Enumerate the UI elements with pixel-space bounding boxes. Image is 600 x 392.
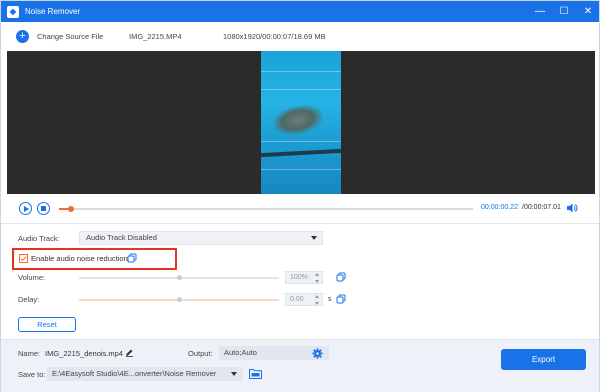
play-button[interactable]: [19, 202, 32, 215]
volume-slider[interactable]: [79, 275, 279, 280]
output-label: Output:: [188, 349, 213, 358]
noise-reduction-label: Enable audio noise reduction: [31, 254, 128, 263]
source-file-meta: 1080x1920/00:00:07/18.69 MB: [223, 31, 326, 41]
video-preview: [7, 51, 595, 194]
check-icon: [20, 254, 27, 261]
app-logo-icon: ◆: [7, 5, 19, 18]
save-to-dropdown[interactable]: E:\4Easysoft Studio\4E...onverter\Noise …: [47, 367, 243, 381]
gear-icon[interactable]: [312, 348, 323, 359]
volume-copy-icon[interactable]: [336, 272, 346, 282]
chevron-down-icon: [311, 236, 317, 240]
volume-icon[interactable]: [566, 202, 578, 214]
total-time: /00:00:07.01: [522, 204, 561, 211]
video-frame: [261, 51, 341, 194]
save-to-label: Save to:: [18, 370, 46, 379]
audio-track-label: Audio Track:: [18, 234, 60, 243]
swimmer-image: [270, 101, 326, 139]
chevron-down-icon: [231, 372, 237, 376]
output-name-value: IMG_2215_denois.mp4: [45, 349, 123, 358]
delay-slider-thumb[interactable]: [176, 297, 182, 302]
stop-button[interactable]: [37, 202, 50, 215]
maximize-button[interactable]: ☐: [559, 6, 569, 17]
delay-value: 0.00: [290, 296, 304, 303]
export-button[interactable]: Export: [501, 349, 586, 370]
source-file-name: IMG_2215.MP4: [129, 31, 182, 41]
play-icon: [23, 205, 29, 212]
volume-value: 100%: [290, 274, 308, 281]
save-to-path: E:\4Easysoft Studio\4E...onverter\Noise …: [52, 369, 217, 378]
title-bar: ◆ Noise Remover — ☐ ✕: [1, 1, 599, 22]
delay-label: Delay:: [18, 295, 40, 304]
change-source-file-button[interactable]: Change Source File: [37, 32, 103, 41]
divider: [1, 223, 599, 224]
delay-slider[interactable]: [79, 297, 279, 302]
folder-icon[interactable]: [249, 368, 262, 379]
current-time: 00:00:00.22: [481, 204, 518, 211]
output-format-value: Auto;Auto: [224, 348, 257, 357]
minimize-button[interactable]: —: [535, 6, 545, 17]
delay-stepper[interactable]: 0.00: [285, 293, 323, 306]
lane-rope: [261, 148, 341, 158]
delay-unit: s: [328, 296, 332, 303]
edit-icon[interactable]: [125, 348, 134, 357]
progress-track[interactable]: [59, 206, 473, 212]
audio-track-select[interactable]: Audio Track Disabled: [79, 231, 323, 245]
name-label: Name:: [18, 349, 41, 358]
noise-remover-window: ◆ Noise Remover — ☐ ✕ + Change Source Fi…: [0, 0, 600, 392]
plus-icon[interactable]: +: [16, 29, 29, 43]
audio-track-value: Audio Track Disabled: [86, 233, 157, 242]
window-controls: — ☐ ✕: [535, 1, 593, 22]
volume-stepper[interactable]: 100%: [285, 271, 323, 284]
volume-slider-thumb[interactable]: [176, 275, 182, 280]
close-button[interactable]: ✕: [583, 6, 593, 17]
copy-icon[interactable]: [127, 253, 137, 263]
stop-icon: [41, 206, 46, 211]
reset-button[interactable]: Reset: [18, 317, 76, 332]
noise-reduction-checkbox[interactable]: [19, 254, 28, 263]
bottom-bar: Name: IMG_2215_denois.mp4 Output: Auto;A…: [1, 339, 599, 392]
delay-copy-icon[interactable]: [336, 294, 346, 304]
progress-thumb[interactable]: [68, 206, 75, 212]
volume-label: Volume:: [18, 273, 46, 282]
playback-controls: 00:00:00.22 /00:00:07.01: [1, 197, 599, 221]
window-title: Noise Remover: [25, 7, 81, 16]
file-info-bar: + Change Source File IMG_2215.MP4 1080x1…: [1, 22, 599, 50]
